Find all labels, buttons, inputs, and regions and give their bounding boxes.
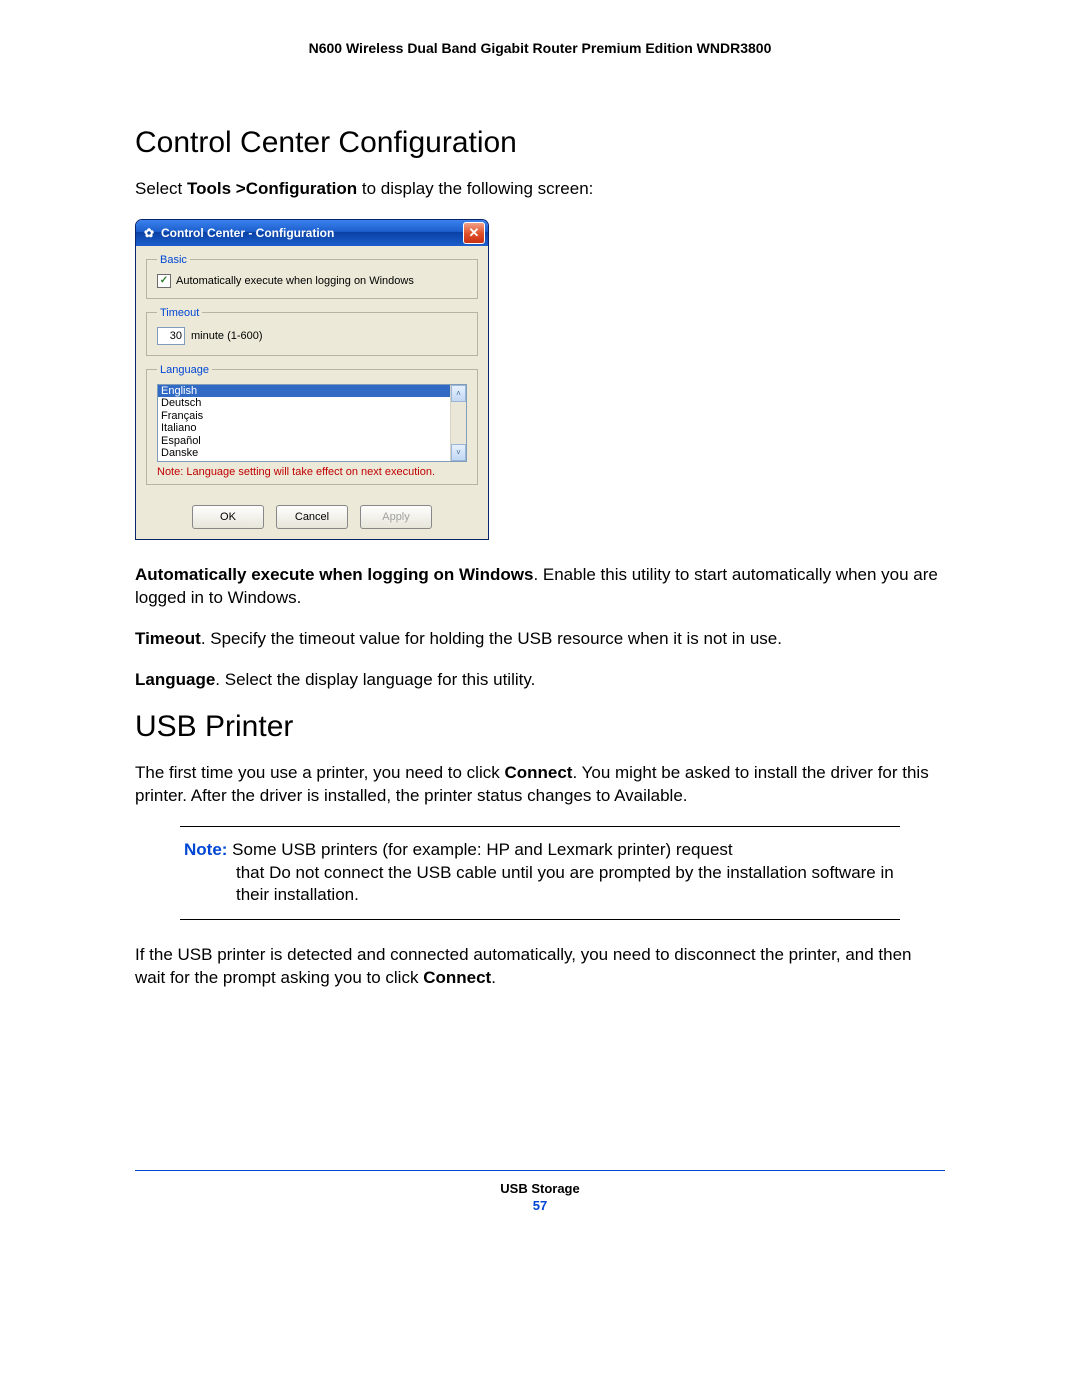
lang-item-danske[interactable]: Danske — [158, 447, 450, 460]
check-icon: ✓ — [160, 275, 168, 286]
scroll-up-button[interactable]: ˄ — [451, 385, 466, 402]
desc-language: Language. Select the display language fo… — [135, 669, 945, 692]
language-listbox[interactable]: English Deutsch Français Italiano Españo… — [157, 384, 467, 462]
legend-timeout: Timeout — [157, 307, 202, 319]
usb-printer-p2: If the USB printer is detected and conne… — [135, 944, 945, 990]
p1-a: The first time you use a printer, you ne… — [135, 763, 504, 782]
footer-page-number: 57 — [135, 1198, 945, 1213]
legend-basic: Basic — [157, 254, 190, 266]
config-dialog: ✿ Control Center - Configuration ✕ Basic… — [135, 219, 489, 540]
heading-usb-printer: USB Printer — [135, 710, 945, 744]
dialog-body: Basic ✓ Automatically execute when loggi… — [136, 246, 488, 539]
intro-suffix: to display the following screen: — [357, 179, 593, 198]
note-rest: that Do not connect the USB cable until … — [184, 862, 896, 908]
desc-auto-execute: Automatically execute when logging on Wi… — [135, 564, 945, 610]
p2-b: . — [491, 968, 496, 987]
document-header: N600 Wireless Dual Band Gigabit Router P… — [135, 40, 945, 56]
desc-language-text: . Select the display language for this u… — [215, 670, 535, 689]
legend-language: Language — [157, 364, 212, 376]
footer-divider — [135, 1170, 945, 1171]
p1-bold: Connect — [504, 763, 572, 782]
note-first-line: Some USB printers (for example: HP and L… — [227, 840, 732, 859]
ok-button[interactable]: OK — [192, 505, 264, 529]
desc-auto-bold: Automatically execute when logging on Wi… — [135, 565, 533, 584]
dialog-title: Control Center - Configuration — [161, 226, 463, 240]
intro-prefix: Select — [135, 179, 187, 198]
close-icon: ✕ — [469, 225, 480, 241]
language-items: English Deutsch Français Italiano Españo… — [158, 385, 450, 461]
auto-execute-checkbox[interactable]: ✓ — [157, 274, 171, 288]
p2-bold: Connect — [423, 968, 491, 987]
note-hr-bottom — [180, 919, 900, 920]
language-note: Note: Language setting will take effect … — [157, 466, 467, 478]
dialog-button-row: OK Cancel Apply — [146, 505, 478, 529]
auto-execute-label: Automatically execute when logging on Wi… — [176, 275, 414, 287]
listbox-scrollbar[interactable]: ˄ ˅ — [450, 385, 466, 461]
close-button[interactable]: ✕ — [463, 222, 485, 244]
apply-button[interactable]: Apply — [360, 505, 432, 529]
scroll-down-button[interactable]: ˅ — [451, 444, 466, 461]
lang-item-espanol[interactable]: Español — [158, 435, 450, 448]
p2-a: If the USB printer is detected and conne… — [135, 945, 912, 987]
lang-item-francais[interactable]: Français — [158, 410, 450, 423]
fieldset-timeout: Timeout minute (1-600) — [146, 307, 478, 356]
gear-icon: ✿ — [142, 226, 156, 240]
fieldset-basic: Basic ✓ Automatically execute when loggi… — [146, 254, 478, 299]
intro-bold: Tools >Configuration — [187, 179, 357, 198]
timeout-input[interactable] — [157, 327, 185, 345]
page-footer: USB Storage 57 — [135, 1181, 945, 1213]
fieldset-language: Language English Deutsch Français Italia… — [146, 364, 478, 485]
footer-section: USB Storage — [135, 1181, 945, 1196]
desc-timeout-text: . Specify the timeout value for holding … — [201, 629, 782, 648]
lang-item-english[interactable]: English — [158, 385, 450, 398]
heading-control-center: Control Center Configuration — [135, 126, 945, 160]
intro-paragraph: Select Tools >Configuration to display t… — [135, 178, 945, 201]
note-label: Note: — [184, 840, 227, 859]
usb-printer-p1: The first time you use a printer, you ne… — [135, 762, 945, 808]
note-content: Note: Some USB printers (for example: HP… — [180, 827, 900, 920]
lang-item-deutsch[interactable]: Deutsch — [158, 397, 450, 410]
cancel-button[interactable]: Cancel — [276, 505, 348, 529]
timeout-unit: minute (1-600) — [191, 330, 263, 342]
scroll-track[interactable] — [451, 402, 466, 444]
note-block: Note: Some USB printers (for example: HP… — [180, 826, 900, 921]
desc-language-bold: Language — [135, 670, 215, 689]
lang-item-italiano[interactable]: Italiano — [158, 422, 450, 435]
desc-timeout: Timeout. Specify the timeout value for h… — [135, 628, 945, 651]
dialog-titlebar: ✿ Control Center - Configuration ✕ — [136, 220, 488, 246]
auto-execute-row[interactable]: ✓ Automatically execute when logging on … — [157, 274, 467, 288]
desc-timeout-bold: Timeout — [135, 629, 201, 648]
